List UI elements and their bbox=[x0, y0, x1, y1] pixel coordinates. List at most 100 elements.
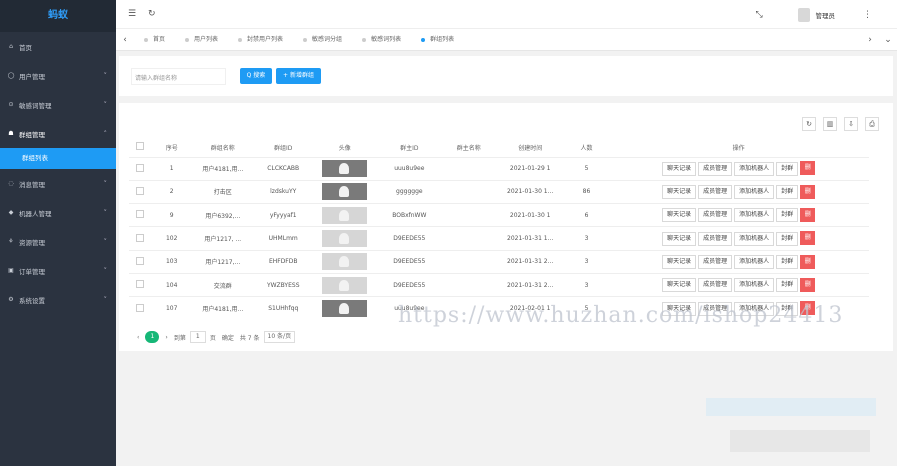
created-time-cell: 2021-01-29 1 bbox=[495, 156, 565, 181]
print-icon[interactable]: ⎙ bbox=[865, 117, 879, 131]
row-checkbox[interactable] bbox=[136, 280, 145, 289]
tab-2[interactable]: 封禁用户列表 bbox=[228, 29, 293, 51]
sidebar-subitem-group-list[interactable]: 群组列表 bbox=[0, 148, 116, 169]
search-button[interactable]: Q 搜索 bbox=[240, 68, 272, 84]
fullscreen-icon[interactable]: ⤡ bbox=[756, 10, 776, 20]
group-name-cell: 打击区 bbox=[191, 179, 255, 204]
add-robot-button[interactable]: 添加机器人 bbox=[734, 255, 775, 270]
columns-icon[interactable]: ▥ bbox=[823, 117, 837, 131]
ban-group-button[interactable]: 封群 bbox=[776, 161, 799, 176]
member-manage-button[interactable]: 成员管理 bbox=[698, 231, 733, 246]
avatar-person-icon bbox=[339, 303, 350, 315]
username[interactable]: 管理员 bbox=[816, 10, 836, 20]
delete-button[interactable]: 删 bbox=[800, 207, 816, 222]
sidebar-item-7[interactable]: ▣ 订单管理 ˅ bbox=[0, 256, 116, 285]
user-avatar[interactable] bbox=[797, 7, 810, 22]
sidebar-item-4[interactable]: ◌ 消息管理 ˅ bbox=[0, 169, 116, 198]
delete-button[interactable]: 删 bbox=[800, 231, 816, 246]
member-count-cell: 3 bbox=[564, 226, 609, 251]
column-header: 操作 bbox=[732, 144, 745, 152]
chat-record-button[interactable]: 聊天记录 bbox=[662, 255, 697, 270]
group-id-cell: CLCKCABB bbox=[254, 156, 313, 181]
tab-options-icon[interactable]: ⌄ bbox=[879, 35, 897, 45]
sidebar-item-0[interactable]: ⌂ 首页 bbox=[0, 32, 116, 61]
chat-record-button[interactable]: 聊天记录 bbox=[662, 231, 697, 246]
chat-record-button[interactable]: 聊天记录 bbox=[662, 161, 697, 176]
sidebar-item-6[interactable]: ⚘ 资源管理 ˅ bbox=[0, 227, 116, 256]
table-body: 1 用户4181,用... CLCKCABB uuu8u9ee 2021-01-29 1… bbox=[129, 156, 869, 321]
menu-toggle-icon[interactable]: ☰ bbox=[128, 9, 148, 19]
member-manage-button[interactable]: 成员管理 bbox=[698, 278, 733, 293]
add-robot-button[interactable]: 添加机器人 bbox=[734, 278, 775, 293]
sidebar-item-5[interactable]: ◆ 机器人管理 ˅ bbox=[0, 198, 116, 227]
chevron-down-icon: ˅ bbox=[103, 266, 108, 275]
tab-3[interactable]: 敏感词分组 bbox=[293, 29, 352, 51]
next-page-icon[interactable]: › bbox=[165, 334, 167, 341]
add-robot-button[interactable]: 添加机器人 bbox=[734, 185, 775, 200]
ban-group-button[interactable]: 封群 bbox=[776, 255, 799, 270]
tab-scroll-right-icon[interactable]: › bbox=[861, 35, 879, 45]
row-checkbox[interactable] bbox=[136, 186, 145, 195]
chevron-up-icon: ˄ bbox=[103, 129, 108, 138]
current-page[interactable]: 1 bbox=[145, 331, 160, 343]
add-robot-button[interactable]: 添加机器人 bbox=[734, 208, 775, 223]
row-checkbox[interactable] bbox=[136, 256, 145, 265]
group-name-cell: 用户4181,用... bbox=[191, 156, 255, 181]
tab-0[interactable]: 首页 bbox=[134, 29, 175, 51]
tab-1[interactable]: 用户列表 bbox=[175, 29, 228, 51]
delete-button[interactable]: 删 bbox=[800, 161, 816, 176]
member-manage-button[interactable]: 成员管理 bbox=[698, 185, 733, 200]
delete-button[interactable]: 删 bbox=[800, 184, 816, 199]
tab-5[interactable]: 群组列表 bbox=[411, 29, 464, 51]
chat-record-button[interactable]: 聊天记录 bbox=[662, 278, 697, 293]
ban-group-button[interactable]: 封群 bbox=[776, 231, 799, 246]
group-avatar bbox=[322, 206, 368, 224]
chat-record-button[interactable]: 聊天记录 bbox=[662, 185, 697, 200]
ban-group-button[interactable]: 封群 bbox=[776, 185, 799, 200]
sidebar-item-8[interactable]: ⚙ 系统设置 ˅ bbox=[0, 285, 116, 314]
goto-page-input[interactable]: 1 bbox=[189, 331, 206, 343]
chat-record-button[interactable]: 聊天记录 bbox=[662, 208, 697, 223]
member-manage-button[interactable]: 成员管理 bbox=[698, 255, 733, 270]
seq-cell: 102 bbox=[151, 226, 192, 251]
sidebar-item-label: 消息管理 bbox=[19, 180, 45, 189]
tab-label: 首页 bbox=[153, 35, 166, 43]
add-group-button[interactable]: + 新增群组 bbox=[276, 68, 321, 84]
group-name-search-input[interactable]: 请输入群组名称 bbox=[131, 68, 226, 85]
owner-id-cell: uuu8u9ee bbox=[377, 156, 442, 181]
column-header: 群主名称 bbox=[456, 144, 481, 152]
delete-button[interactable]: 删 bbox=[800, 277, 816, 292]
sidebar-item-2[interactable]: ⊙ 敏感词管理 ˅ bbox=[0, 90, 116, 119]
refresh-table-icon[interactable]: ↻ bbox=[802, 117, 816, 131]
ban-group-button[interactable]: 封群 bbox=[776, 278, 799, 293]
tab-scroll-left-icon[interactable]: ‹ bbox=[116, 35, 134, 45]
chevron-down-icon: ˅ bbox=[103, 179, 108, 188]
refresh-icon[interactable]: ↻ bbox=[148, 9, 168, 19]
sidebar-item-1[interactable]: ◯ 用户管理 ˅ bbox=[0, 61, 116, 90]
member-manage-button[interactable]: 成员管理 bbox=[698, 208, 733, 223]
select-all-checkbox[interactable] bbox=[136, 142, 145, 151]
page-size-select[interactable]: 10 条/页 bbox=[263, 331, 296, 343]
group-icon: ☗ bbox=[8, 130, 14, 137]
export-icon[interactable]: ⇩ bbox=[844, 117, 858, 131]
prev-page-icon[interactable]: ‹ bbox=[137, 334, 139, 341]
add-robot-button[interactable]: 添加机器人 bbox=[734, 231, 775, 246]
tab-4[interactable]: 敏感词列表 bbox=[352, 29, 411, 51]
row-checkbox[interactable] bbox=[136, 233, 145, 242]
add-robot-button[interactable]: 添加机器人 bbox=[734, 161, 775, 176]
actions-cell: 聊天记录 成员管理 添加机器人 封群删 bbox=[608, 249, 869, 274]
member-count-cell: 3 bbox=[564, 249, 609, 274]
avatar-cell bbox=[312, 156, 378, 181]
member-manage-button[interactable]: 成员管理 bbox=[698, 161, 733, 176]
row-checkbox[interactable] bbox=[136, 210, 145, 219]
row-checkbox[interactable] bbox=[136, 303, 145, 312]
goto-confirm-button[interactable]: 确定 bbox=[222, 333, 234, 342]
more-icon[interactable]: ⋮ bbox=[863, 10, 883, 20]
row-checkbox[interactable] bbox=[136, 163, 145, 172]
row-select-cell bbox=[129, 296, 152, 321]
total-count: 共 7 条 bbox=[239, 334, 260, 342]
ban-group-button[interactable]: 封群 bbox=[776, 208, 799, 223]
delete-button[interactable]: 删 bbox=[800, 254, 816, 269]
owner-name-cell bbox=[441, 249, 496, 274]
sidebar-item-3[interactable]: ☗ 群组管理 ˄ bbox=[0, 119, 116, 148]
